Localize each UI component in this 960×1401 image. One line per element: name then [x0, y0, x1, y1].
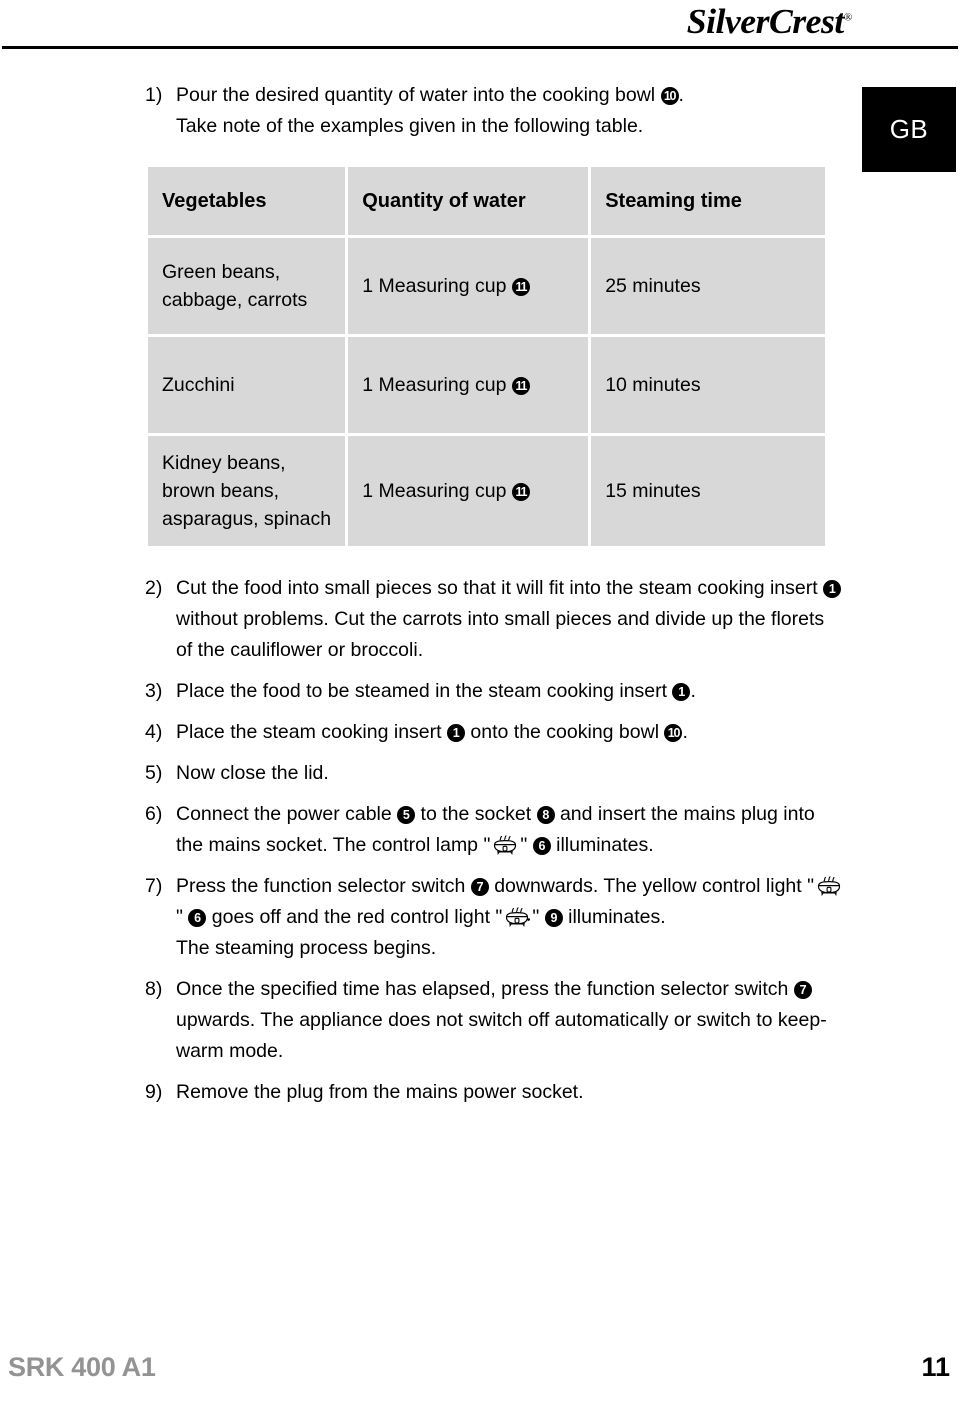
instruction-step-4: 4) Place the steam cooking insert 1 onto … [145, 717, 845, 748]
instruction-step-7: 7) Press the function selector switch 7 d… [145, 871, 845, 964]
reference-number-1-icon: 1 [672, 683, 691, 701]
table-row: Kidney beans, brown beans, asparagus, sp… [148, 436, 825, 546]
step-number: 2) [145, 577, 163, 599]
step-number: 6) [145, 803, 163, 825]
column-header-time: Steaming time [591, 167, 825, 235]
cell-steaming-time: 10 minutes [591, 337, 825, 433]
reference-number-7-icon: 7 [793, 981, 812, 999]
instruction-step-1: 1) Pour the desired quantity of water in… [145, 80, 845, 142]
steamer-hot-icon [502, 907, 532, 929]
reference-number-6-icon: 6 [532, 837, 551, 855]
step-number: 8) [145, 978, 163, 1000]
instruction-step-2: 2) Cut the food into small pieces so that… [145, 573, 845, 666]
reference-number-9-icon: 9 [544, 909, 563, 927]
footer-model-number: SRK 400 A1 [8, 1352, 156, 1382]
step-text: Place the food to be steamed in the stea… [176, 680, 696, 702]
column-header-vegetables: Vegetables [148, 167, 346, 235]
steamer-icon [814, 876, 844, 898]
brand-name-silver: Silver [686, 2, 770, 41]
step-text: Cut the food into small pieces so that i… [176, 573, 845, 666]
reference-number-1-icon: 1 [823, 580, 842, 598]
step-text: Now close the lid. [176, 762, 329, 784]
page-content: 1) Pour the desired quantity of water in… [145, 80, 845, 1118]
cell-vegetables: Kidney beans, brown beans, asparagus, sp… [148, 436, 346, 546]
instruction-step-3: 3) Place the food to be steamed in the st… [145, 676, 845, 707]
table-header-row: Vegetables Quantity of water Steaming ti… [148, 167, 825, 235]
step-number: 3) [145, 680, 163, 702]
step-number: 1) [145, 84, 163, 106]
instruction-step-9: 9) Remove the plug from the mains power s… [145, 1077, 845, 1108]
table-row: Zucchini 1 Measuring cup 11 10 minutes [148, 337, 825, 433]
footer-page-number: 11 [921, 1352, 950, 1382]
table-row: Green beans, cabbage, carrots 1 Measuring… [148, 238, 825, 334]
step-number: 5) [145, 762, 163, 784]
instruction-step-6: 6) Connect the power cable 5 to the socke… [145, 799, 845, 861]
reference-number-11-icon: 11 [511, 377, 530, 395]
silvercrest-logo: SilverCrest® [686, 2, 853, 42]
instruction-step-5: 5) Now close the lid. [145, 758, 845, 789]
table-body: Green beans, cabbage, carrots 1 Measuring… [148, 238, 825, 546]
step-text: Pour the desired quantity of water into … [176, 84, 684, 137]
step-text: Remove the plug from the mains power soc… [176, 1081, 584, 1103]
cell-vegetables: Zucchini [148, 337, 346, 433]
reference-number-8-icon: 8 [536, 806, 555, 824]
step-text: Place the steam cooking insert 1 onto th… [176, 721, 688, 743]
column-header-quantity: Quantity of water [348, 167, 589, 235]
step-number: 7) [145, 875, 163, 897]
reference-number-11-icon: 11 [511, 278, 530, 296]
reference-number-7-icon: 7 [470, 878, 489, 896]
step-text: Press the function selector switch 7 dow… [176, 871, 845, 964]
reference-number-10-icon: 10 [664, 724, 683, 742]
reference-number-11-icon: 11 [511, 483, 530, 501]
reference-number-10-icon: 10 [660, 87, 679, 105]
brand-header: SilverCrest® [0, 0, 960, 52]
region-tab-gb: GB [862, 87, 956, 172]
brand-name-crest: Crest [769, 2, 844, 41]
cell-quantity: 1 Measuring cup 11 [348, 436, 589, 546]
reference-number-5-icon: 5 [397, 806, 416, 824]
step-number: 9) [145, 1081, 163, 1103]
cell-steaming-time: 25 minutes [591, 238, 825, 334]
cell-quantity: 1 Measuring cup 11 [348, 337, 589, 433]
cell-steaming-time: 15 minutes [591, 436, 825, 546]
header-divider [2, 46, 958, 49]
steamer-icon [490, 835, 520, 857]
reference-number-1-icon: 1 [446, 724, 465, 742]
reference-number-6-icon: 6 [188, 909, 207, 927]
cell-vegetables: Green beans, cabbage, carrots [148, 238, 346, 334]
step-number: 4) [145, 721, 163, 743]
page-footer: SRK 400 A1 11 [0, 1343, 960, 1383]
steaming-table: Vegetables Quantity of water Steaming ti… [145, 164, 828, 549]
instruction-steps: 2) Cut the food into small pieces so that… [145, 573, 845, 1108]
region-tab-label: GB [889, 114, 929, 144]
registered-trademark-icon: ® [843, 11, 853, 24]
instruction-step-8: 8) Once the specified time has elapsed, p… [145, 974, 845, 1067]
cell-quantity: 1 Measuring cup 11 [348, 238, 589, 334]
step-text: Connect the power cable 5 to the socket … [176, 803, 815, 857]
step-text: Once the specified time has elapsed, pre… [176, 978, 827, 1062]
